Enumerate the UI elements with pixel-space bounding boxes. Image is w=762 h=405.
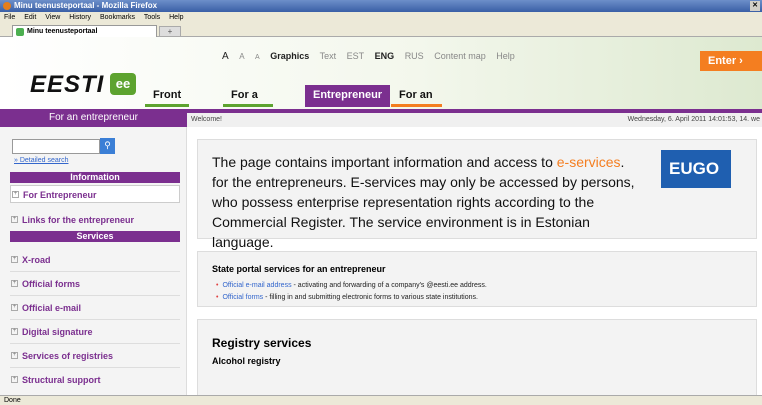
sidebar-item-label: Services of registries [22,351,114,361]
window-title: Minu teenusteportaal - Mozilla Firefox [14,1,158,10]
sidebar-item-label: Official forms [22,279,81,289]
site-logo[interactable]: EESTI [30,71,104,99]
window-titlebar: Minu teenusteportaal - Mozilla Firefox ✕ [0,0,762,12]
content-map-link[interactable]: Content map [434,51,486,61]
registry-heading: Registry services [212,336,312,350]
lang-eng[interactable]: ENG [375,51,395,61]
sidebar-item-x-road[interactable]: + X-road [10,251,180,269]
nav-for-citizen[interactable]: For a citizen [223,85,274,121]
sidebar-item-digital-signature[interactable]: + Digital signature [10,323,180,341]
list-item-text: - activating and forwarding of a company… [291,282,487,289]
sidebar-item-label: X-road [22,255,51,265]
sidebar-item-links[interactable]: + Links for the entrepreneur [10,211,180,229]
sidebar: ⚲ » Detailed search Information + For En… [0,127,187,395]
site-header: EESTI ee A A A Graphics Text EST ENG RUS… [0,37,762,121]
list-item-text: - filling in and submitting electronic f… [263,294,478,301]
expand-icon: + [12,191,19,198]
search-input[interactable] [12,139,100,154]
menu-view[interactable]: View [45,14,60,21]
help-link[interactable]: Help [496,51,515,61]
sidebar-item-label: Links for the entrepreneur [22,215,135,225]
section-services: Services [10,231,180,242]
menu-bookmarks[interactable]: Bookmarks [100,14,135,21]
search-button[interactable]: ⚲ [100,138,115,154]
menu-edit[interactable]: Edit [24,14,36,21]
firefox-icon [3,2,11,10]
enter-button[interactable]: Enter › [700,51,762,71]
eugo-logo[interactable]: EUGO [661,150,731,188]
e-services-link[interactable]: e-services [557,154,621,170]
sidebar-item-registries[interactable]: + Services of registries [10,347,180,365]
list-item: • Official e-mail address - activating an… [216,282,487,289]
menu-history[interactable]: History [69,14,91,21]
divider [10,271,180,272]
browser-tab[interactable]: Minu teenusteportaal [12,25,157,37]
welcome-text: Welcome! [191,116,222,123]
close-icon[interactable]: ✕ [750,1,760,11]
menubar: File Edit View History Bookmarks Tools H… [0,12,762,23]
view-graphics[interactable]: Graphics [270,51,309,61]
nav-entrepreneur[interactable]: Entrepreneur [305,85,391,107]
expand-icon: + [11,328,18,335]
divider [10,319,180,320]
expand-icon: + [11,216,18,223]
sidebar-item-label: Digital signature [22,327,93,337]
expand-icon: + [11,304,18,311]
intro-text: The page contains important information … [212,152,642,252]
menu-tools[interactable]: Tools [144,14,160,21]
top-navigation: A A A Graphics Text EST ENG RUS Content … [222,51,523,62]
font-size-large[interactable]: A [222,51,229,62]
intro-box: The page contains important information … [197,139,757,250]
official-forms-link[interactable]: Official forms [222,294,263,301]
nav-front-page[interactable]: Front page [145,85,190,121]
view-text[interactable]: Text [320,51,337,61]
expand-icon: + [11,352,18,359]
status-bar: Done [0,395,762,405]
sidebar-item-label: For Entrepreneur [23,190,97,200]
divider [10,295,180,296]
logo-mark-icon: ee [110,73,136,95]
menu-file[interactable]: File [4,14,15,21]
search-icon: ⚲ [104,140,111,150]
intro-text-start: The page contains important information … [212,154,557,170]
list-item: • Official forms - filling in and submitt… [216,294,478,301]
menu-help[interactable]: Help [169,14,183,21]
tab-label: Minu teenusteportaal [27,28,98,35]
web-page: EESTI ee A A A Graphics Text EST ENG RUS… [0,37,762,395]
bullet-icon: • [216,282,219,289]
divider [10,367,180,368]
favicon-icon [16,28,24,36]
welcome-bar: Welcome! Wednesday, 6. April 2011 14:01:… [187,113,762,127]
registry-services-box: Registry services Alcohol registry [197,319,757,395]
sidebar-item-label: Official e-mail [22,303,82,313]
sidebar-item-official-email[interactable]: + Official e-mail [10,299,180,317]
expand-icon: + [11,256,18,263]
state-services-heading: State portal services for an entrepreneu… [212,264,386,274]
detailed-search-link[interactable]: » Detailed search [14,157,68,164]
state-services-box: State portal services for an entrepreneu… [197,251,757,307]
font-size-small[interactable]: A [255,54,260,61]
sidebar-item-official-forms[interactable]: + Official forms [10,275,180,293]
sidebar-item-structural-support[interactable]: + Structural support [10,371,180,389]
section-information: Information [10,172,180,183]
status-text: Done [4,397,21,404]
lang-est[interactable]: EST [347,51,365,61]
font-size-medium[interactable]: A [239,52,244,61]
main-content: The page contains important information … [197,127,762,395]
nav-for-official[interactable]: For an official [391,85,443,121]
tabbar: Minu teenusteportaal + [0,23,762,37]
alcohol-registry-label[interactable]: Alcohol registry [212,356,281,366]
sidebar-item-label: Structural support [22,375,101,385]
sidebar-heading: For an entrepreneur [49,112,138,123]
date-text: Wednesday, 6. April 2011 14:01:53, 14. w… [627,116,760,123]
expand-icon: + [11,280,18,287]
new-tab-button[interactable]: + [159,26,181,37]
expand-icon: + [11,376,18,383]
official-email-link[interactable]: Official e-mail address [222,282,291,289]
sidebar-item-for-entrepreneur[interactable]: + For Entrepreneur [10,185,180,203]
lang-rus[interactable]: RUS [405,51,424,61]
divider [10,343,180,344]
bullet-icon: • [216,294,219,301]
